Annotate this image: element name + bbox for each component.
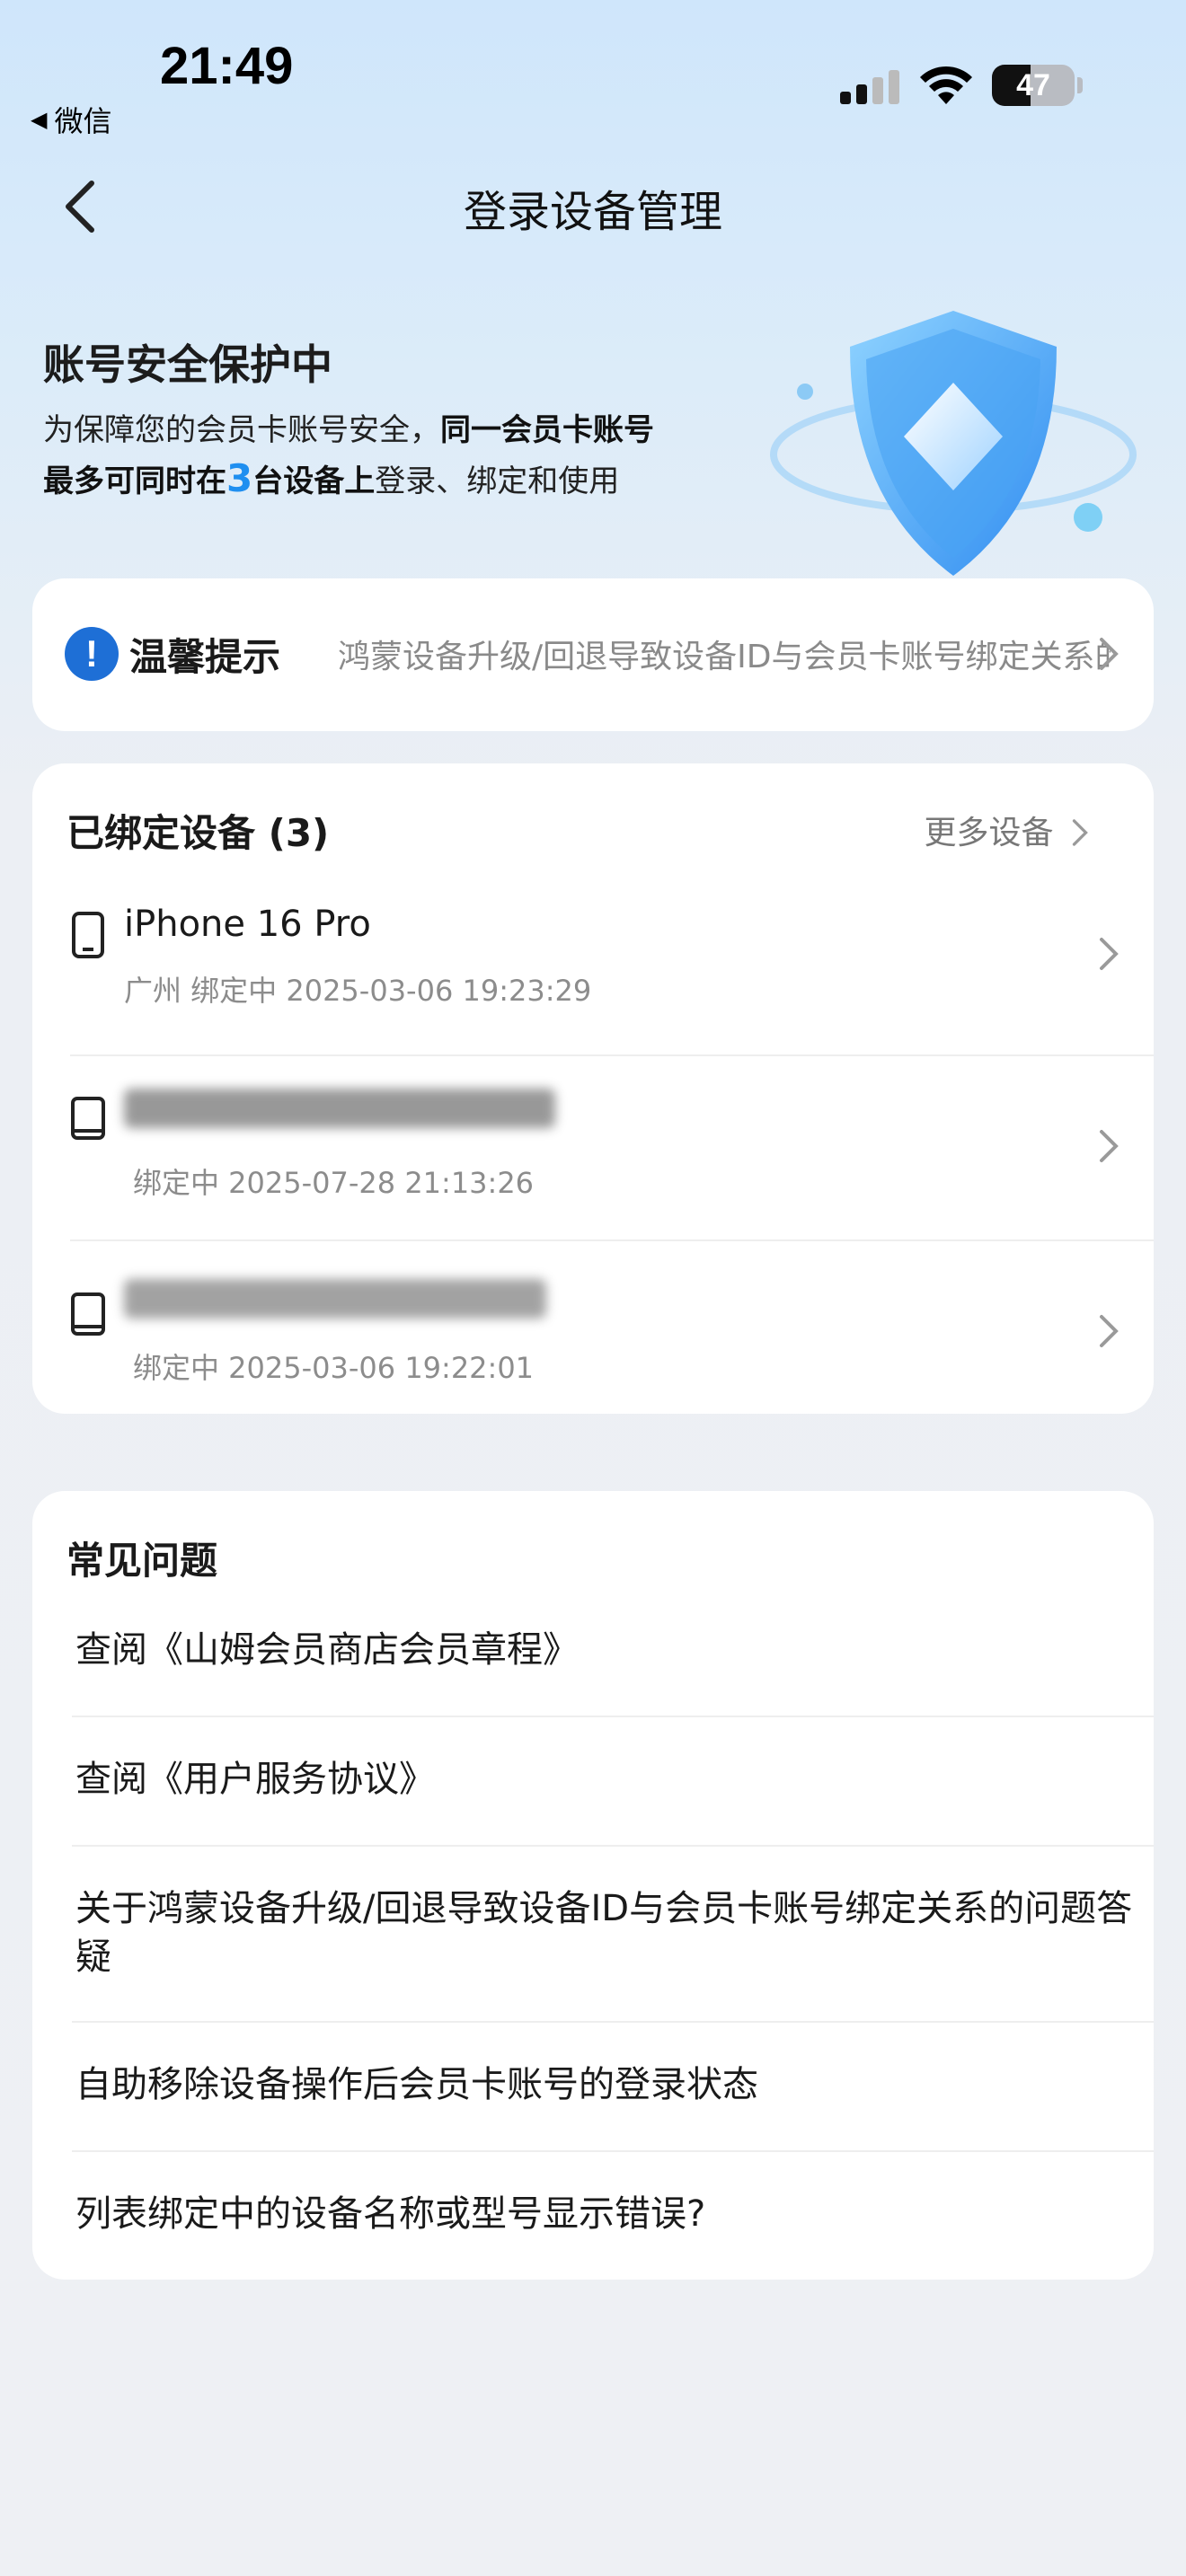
desc-text-1: 为保障您的会员卡账号安全， (43, 412, 440, 448)
chevron-right-icon (1096, 934, 1121, 974)
device-name-redacted (124, 1279, 546, 1319)
faq-title: 常见问题 (66, 1539, 218, 1583)
chevron-right-icon (1072, 819, 1088, 846)
device-row-2[interactable]: 绑定中 2025-07-28 21:13:26 (32, 1056, 1154, 1241)
desc-bold-3: 台设备上 (252, 463, 376, 499)
faq-divider (72, 1845, 1154, 1847)
faq-card: 常见问题 查阅《山姆会员商店会员章程》 查阅《用户服务协议》 关于鸿蒙设备升级/… (32, 1491, 1154, 2280)
faq-item-harmony-binding[interactable]: 关于鸿蒙设备升级/回退导致设备ID与会员卡账号绑定关系的问题答疑 (75, 1884, 1136, 1981)
chevron-right-icon (1096, 1311, 1121, 1351)
faq-divider (72, 2150, 1154, 2152)
device-limit-number: 3 (226, 456, 253, 500)
tablet-icon (71, 1097, 105, 1140)
desc-bold-1: 同一会员卡账号 (440, 412, 654, 448)
wifi-icon (918, 63, 974, 110)
battery-level-text: 47 (1016, 68, 1050, 102)
security-status-title: 账号安全保护中 (43, 340, 332, 389)
faq-item-remove-device-status[interactable]: 自助移除设备操作后会员卡账号的登录状态 (75, 2060, 1154, 2109)
faq-divider (72, 1716, 1154, 1717)
phone-icon (72, 912, 104, 958)
back-app-label: 微信 (54, 104, 112, 138)
device-name: iPhone 16 Pro (124, 904, 371, 945)
warm-tip-card[interactable]: ! 温馨提示 鸿蒙设备升级/回退导致设备ID与会员卡账号绑定关系的问题答疑 (32, 578, 1154, 731)
battery-tip (1077, 77, 1083, 93)
faq-item-device-name-error[interactable]: 列表绑定中的设备名称或型号显示错误? (75, 2190, 1154, 2238)
cellular-signal-icon (840, 70, 899, 104)
more-devices-link[interactable]: 更多设备 (925, 807, 1091, 853)
battery-icon: 47 (992, 65, 1075, 106)
more-devices-label: 更多设备 (924, 815, 1054, 851)
desc-text-2: 登录、绑定和使用 (375, 463, 620, 499)
device-name-redacted (124, 1089, 555, 1128)
bound-devices-title: 已绑定设备 (3) (66, 811, 330, 855)
tip-label: 温馨提示 (129, 635, 281, 679)
security-shield-illustration (770, 311, 1137, 576)
device-meta: 绑定中 2025-07-28 21:13:26 (133, 1166, 535, 1200)
bound-devices-card: 已绑定设备 (3) 更多设备 iPhone 16 Pro 广州 绑定中 2025… (32, 763, 1154, 1414)
device-row-3[interactable]: 绑定中 2025-03-06 19:22:01 (32, 1241, 1154, 1414)
security-description: 为保障您的会员卡账号安全，同一会员卡账号 最多可同时在3台设备上登录、绑定和使用 (43, 406, 744, 506)
desc-bold-2: 最多可同时在 (43, 463, 226, 499)
tip-marquee-text: 鸿蒙设备升级/回退导致设备ID与会员卡账号绑定关系的问题答疑 (338, 639, 1111, 675)
faq-item-service-agreement[interactable]: 查阅《用户服务协议》 (75, 1755, 1154, 1804)
tablet-icon (71, 1292, 105, 1336)
faq-item-membership-rules[interactable]: 查阅《山姆会员商店会员章程》 (75, 1626, 1154, 1674)
device-meta: 绑定中 2025-03-06 19:22:01 (133, 1351, 535, 1385)
status-time: 21:49 (160, 37, 294, 95)
back-to-app-link[interactable]: ◀ 微信 (31, 99, 111, 140)
device-row-1[interactable]: iPhone 16 Pro 广州 绑定中 2025-03-06 19:23:29 (32, 871, 1154, 1056)
back-triangle-icon: ◀ (31, 107, 48, 132)
exclamation-icon: ! (65, 627, 119, 681)
faq-divider (72, 2021, 1154, 2023)
chevron-right-icon (1096, 634, 1121, 674)
page-title: 登录设备管理 (463, 187, 722, 237)
device-meta: 广州 绑定中 2025-03-06 19:23:29 (124, 974, 592, 1008)
chevron-right-icon (1096, 1126, 1121, 1166)
